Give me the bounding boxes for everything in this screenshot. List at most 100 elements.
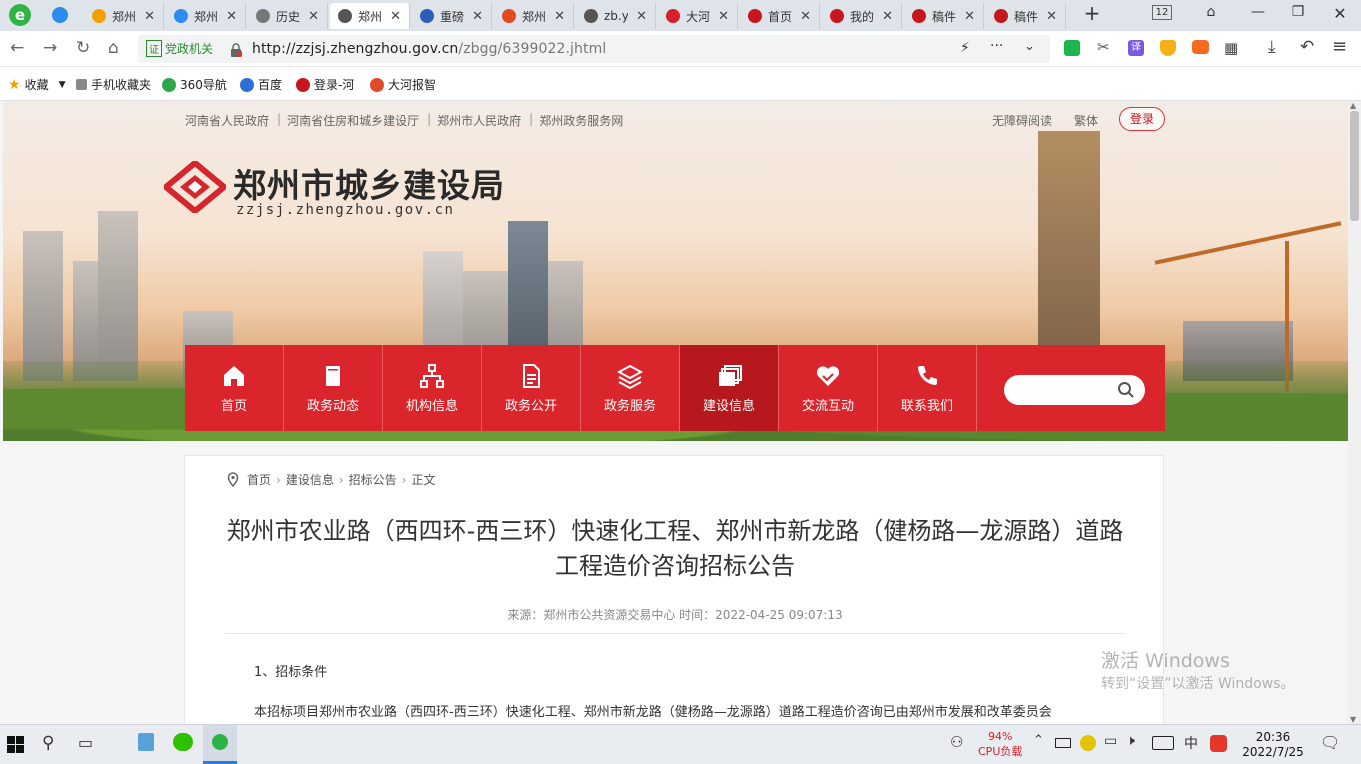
browser-taskbar-button[interactable] <box>203 725 237 764</box>
download-icon[interactable]: ⤓ <box>1268 37 1276 57</box>
chevron-up-icon[interactable]: ⌃ <box>1033 733 1044 748</box>
more-icon[interactable]: ··· <box>990 38 1003 54</box>
nav-item[interactable]: 政务服务 <box>581 345 680 431</box>
tab-close-icon[interactable]: ✕ <box>144 9 155 24</box>
windows-start-icon[interactable] <box>7 736 24 757</box>
scrollbar-thumb[interactable] <box>1350 111 1359 221</box>
tab-count-badge[interactable]: 12 <box>1152 5 1172 20</box>
close-window-button[interactable]: ✕ <box>1325 4 1355 23</box>
breadcrumb-construction-info[interactable]: 建设信息 <box>286 471 334 488</box>
browser-tab[interactable]: 稿件 ✕ <box>904 3 984 29</box>
wechat-taskbar-icon[interactable] <box>173 733 193 751</box>
apps-grid-icon[interactable]: ▦ <box>1224 39 1238 57</box>
sogou-icon[interactable] <box>1210 735 1227 752</box>
site-search-input[interactable] <box>1004 375 1145 405</box>
insecure-lock-icon[interactable] <box>230 42 243 57</box>
network-icon[interactable]: ▭ <box>1104 733 1117 749</box>
browser-tab[interactable]: 郑州 ✕ <box>166 3 246 29</box>
ime-indicator[interactable]: 中 <box>1184 733 1198 753</box>
notification-icon[interactable]: 🗨 <box>1320 733 1340 752</box>
extension-green-icon[interactable] <box>1064 40 1080 56</box>
tab-close-icon[interactable]: ✕ <box>226 9 237 24</box>
bookmark-login[interactable]: 登录-河 <box>296 76 354 93</box>
reload-icon[interactable]: ↻ <box>76 38 90 58</box>
tab-close-icon[interactable]: ✕ <box>308 9 319 24</box>
scroll-down-arrow-icon[interactable]: ▼ <box>1350 715 1356 724</box>
nav-item[interactable]: 政务公开 <box>482 345 581 431</box>
nav-item[interactable]: 首页 <box>185 345 284 431</box>
top-link[interactable]: 河南省住房和城乡建设厅 <box>287 112 419 129</box>
tab-close-icon[interactable]: ✕ <box>882 9 893 24</box>
tab-close-icon[interactable]: ✕ <box>800 9 811 24</box>
translate-icon[interactable]: 译 <box>1128 40 1144 56</box>
back-arrow-icon[interactable]: ← <box>10 38 24 58</box>
menu-icon[interactable]: ≡ <box>1332 36 1347 57</box>
gov-badge[interactable]: 证党政机关 <box>146 40 213 57</box>
tab-close-icon[interactable]: ✕ <box>472 9 483 24</box>
game-icon[interactable] <box>1192 40 1209 54</box>
people-icon[interactable]: ⚇ <box>950 733 963 751</box>
search-icon[interactable]: ⚲ <box>42 733 54 753</box>
breadcrumb-home[interactable]: 首页 <box>247 471 271 488</box>
nav-item[interactable]: 政务动态 <box>284 345 383 431</box>
tab-close-icon[interactable]: ✕ <box>636 9 647 24</box>
nav-item[interactable]: 联系我们 <box>878 345 977 431</box>
page-viewport[interactable]: 河南省人民政府 | 河南省住房和城乡建设厅 | 郑州市人民政府 | 郑州政务服务网 无… <box>0 101 1348 724</box>
browser-tab[interactable]: zb.y ✕ <box>576 3 656 29</box>
tab-close-icon[interactable]: ✕ <box>964 9 975 24</box>
browser-tab[interactable]: 首页 ✕ <box>740 3 820 29</box>
top-link[interactable]: 郑州市人民政府 <box>437 112 521 129</box>
bookmark-baidu[interactable]: 百度 <box>240 76 282 93</box>
nav-item[interactable]: 建设信息 <box>680 345 779 431</box>
traditional-chinese-link[interactable]: 繁体 <box>1074 112 1098 129</box>
undo-icon[interactable]: ↶ <box>1300 37 1314 57</box>
new-tab-button[interactable]: + <box>1077 1 1107 25</box>
scissors-icon[interactable]: ✂ <box>1097 38 1110 56</box>
browser-tab[interactable]: 我的 ✕ <box>822 3 902 29</box>
browser-tab[interactable]: 重磅 ✕ <box>412 3 492 29</box>
browser-tab[interactable]: 郑州 ✕ <box>494 3 574 29</box>
browser-logo-icon[interactable]: e <box>8 3 32 27</box>
search-icon[interactable] <box>1117 381 1135 399</box>
tab-close-icon[interactable]: ✕ <box>554 9 565 24</box>
browser-tab[interactable]: 郑州 ✕ <box>84 3 164 29</box>
cpu-indicator[interactable]: 94% CPU负载 <box>978 729 1022 759</box>
login-button[interactable]: 登录 <box>1119 107 1165 131</box>
chevron-down-icon[interactable]: ⌄ <box>1024 39 1035 54</box>
tab-close-icon[interactable]: ✕ <box>1046 9 1057 24</box>
tab-close-icon[interactable]: ✕ <box>390 9 401 24</box>
task-view-icon[interactable]: ▭ <box>78 733 93 752</box>
nav-item[interactable]: 交流互动 <box>779 345 878 431</box>
pinned-tab-icon[interactable] <box>52 7 68 23</box>
nav-item[interactable]: 机构信息 <box>383 345 482 431</box>
keyboard-icon[interactable] <box>1152 736 1174 750</box>
browser-tab[interactable]: 大河 ✕ <box>658 3 738 29</box>
breadcrumb-tender-notice[interactable]: 招标公告 <box>349 471 397 488</box>
maximize-button[interactable]: ❐ <box>1283 4 1313 20</box>
bookmark-mobile[interactable]: 手机收藏夹 <box>76 76 151 93</box>
bookmark-favorites[interactable]: ★ 收藏 ▼ <box>8 76 66 93</box>
flash-icon[interactable]: ⚡ <box>960 40 970 56</box>
url-text[interactable]: http://zzjsj.zhengzhou.gov.cn/zbgg/63990… <box>252 41 606 57</box>
top-link[interactable]: 河南省人民政府 <box>185 112 269 129</box>
bookmark-dahe[interactable]: 大河报智 <box>370 76 436 93</box>
volume-icon[interactable]: 🕨 <box>1126 733 1135 749</box>
page-scrollbar[interactable]: ▲ ▼ <box>1348 101 1361 724</box>
skin-icon[interactable]: ⌂ <box>1196 4 1226 20</box>
minimize-button[interactable]: — <box>1243 4 1273 20</box>
address-bar[interactable]: 证党政机关 http://zzjsj.zhengzhou.gov.cn/zbgg… <box>138 35 1050 63</box>
tab-close-icon[interactable]: ✕ <box>718 9 729 24</box>
browser-tab[interactable]: 历史 ✕ <box>248 3 328 29</box>
browser-tab[interactable]: 稿件 ✕ <box>986 3 1066 29</box>
home-icon[interactable]: ⌂ <box>108 38 119 58</box>
accessibility-link[interactable]: 无障碍阅读 <box>992 112 1052 129</box>
top-link[interactable]: 郑州政务服务网 <box>539 112 623 129</box>
site-logo[interactable] <box>161 159 229 215</box>
shield-icon[interactable] <box>1160 40 1176 56</box>
browser-tab[interactable]: 郑州 ✕ <box>330 3 410 29</box>
battery-icon[interactable] <box>1055 738 1071 748</box>
forward-arrow-icon[interactable]: → <box>43 38 57 58</box>
360-tray-icon[interactable] <box>1080 735 1096 751</box>
notepad-taskbar-icon[interactable] <box>138 733 154 751</box>
scroll-up-arrow-icon[interactable]: ▲ <box>1350 101 1356 110</box>
